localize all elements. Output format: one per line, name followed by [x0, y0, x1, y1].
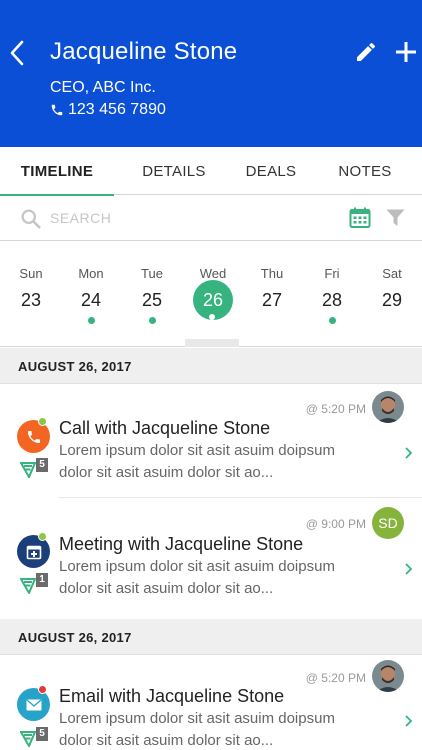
day-tue[interactable]: Tue 25 [122, 241, 182, 324]
day-mon[interactable]: Mon 24 [61, 241, 121, 324]
date-section-header: AUGUST 26, 2017 [0, 348, 422, 384]
plus-icon[interactable] [394, 40, 418, 64]
activity-time: @ 9:00 PM [305, 517, 366, 531]
event-dot [328, 317, 336, 324]
avatar: SD [372, 507, 404, 539]
contact-header: Jacqueline Stone CEO, ABC Inc. 123 456 7… [0, 0, 422, 147]
activity-title: Meeting with Jacqueline Stone [59, 534, 304, 554]
avatar [372, 660, 404, 692]
day-wed-selected[interactable]: Wed 26 [183, 241, 243, 322]
status-dot [38, 417, 47, 426]
day-name: Sat [382, 266, 402, 281]
status-dot [38, 532, 47, 541]
priority-flag-icon [20, 462, 36, 478]
event-dot [209, 314, 215, 320]
avatar [372, 391, 404, 423]
filter-icon[interactable] [386, 209, 405, 227]
activity-item-call[interactable]: @ 5:20 PM Call with Jacqueline Stone Lor… [0, 384, 422, 501]
date-section-header: AUGUST 26, 2017 [0, 619, 422, 655]
priority-flag-icon [20, 731, 36, 747]
tab-timeline[interactable]: TIMELINE [0, 147, 114, 196]
day-date: 29 [381, 290, 403, 310]
chevron-left-icon[interactable] [6, 38, 28, 68]
activity-title: Email with Jacqueline Stone [59, 686, 285, 706]
count-badge: 5 [36, 727, 48, 741]
day-date: 25 [141, 290, 163, 310]
day-date: 24 [80, 290, 102, 310]
day-name: Thu [260, 266, 284, 281]
contact-name: Jacqueline Stone [50, 38, 238, 65]
day-name: Mon [78, 266, 104, 281]
pencil-icon[interactable] [354, 40, 378, 64]
search-input[interactable] [50, 205, 330, 231]
tab-deals[interactable]: DEALS [234, 147, 308, 195]
drag-handle[interactable] [185, 339, 239, 347]
activity-description: Lorem ipsum dolor sit asit asuim doipsum… [59, 710, 335, 749]
day-date: 28 [321, 290, 343, 310]
tab-bar: TIMELINE DETAILS DEALS NOTES [0, 147, 422, 196]
event-dot [87, 317, 95, 324]
count-badge: 5 [36, 458, 48, 472]
day-name: Sun [19, 266, 43, 281]
day-sat[interactable]: Sat 29 [362, 241, 422, 311]
day-date: 27 [261, 290, 283, 310]
status-dot [38, 685, 47, 694]
divider [59, 497, 422, 498]
chevron-right-icon[interactable] [404, 714, 414, 728]
calendar-icon[interactable] [349, 207, 371, 229]
count-badge: 1 [36, 573, 48, 587]
activity-time: @ 5:20 PM [305, 671, 366, 685]
day-name: Tue [141, 266, 163, 281]
activity-item-meeting[interactable]: @ 9:00 PM SD Meeting with Jacqueline Sto… [0, 500, 422, 617]
activity-description: Lorem ipsum dolor sit asit asuim doipsum… [59, 442, 335, 481]
activity-item-email[interactable]: @ 5:20 PM Email with Jacqueline Stone Lo… [0, 655, 422, 750]
day-sun[interactable]: Sun 23 [1, 241, 61, 311]
contact-phone[interactable]: 123 456 7890 [50, 101, 166, 119]
activity-title: Call with Jacqueline Stone [59, 418, 271, 438]
activity-description: Lorem ipsum dolor sit asit asuim doipsum… [59, 558, 335, 597]
week-strip: Sun 23 Mon 24 Tue 25 Wed 26 Thu 27 Fri 2… [0, 241, 422, 347]
phone-number: 123 456 7890 [68, 101, 166, 118]
event-dot [148, 317, 156, 324]
search-icon [21, 209, 41, 229]
priority-flag-icon [20, 578, 36, 594]
contact-role: CEO, ABC Inc. [50, 79, 156, 96]
chevron-right-icon[interactable] [404, 562, 414, 576]
day-date: 23 [20, 290, 42, 310]
day-thu[interactable]: Thu 27 [242, 241, 302, 311]
tab-notes[interactable]: NOTES [308, 147, 422, 195]
chevron-right-icon[interactable] [404, 446, 414, 460]
tab-details[interactable]: DETAILS [114, 147, 234, 195]
activity-time: @ 5:20 PM [305, 402, 366, 416]
day-fri[interactable]: Fri 28 [302, 241, 362, 324]
phone-icon [51, 104, 63, 116]
day-name: Fri [324, 266, 340, 281]
